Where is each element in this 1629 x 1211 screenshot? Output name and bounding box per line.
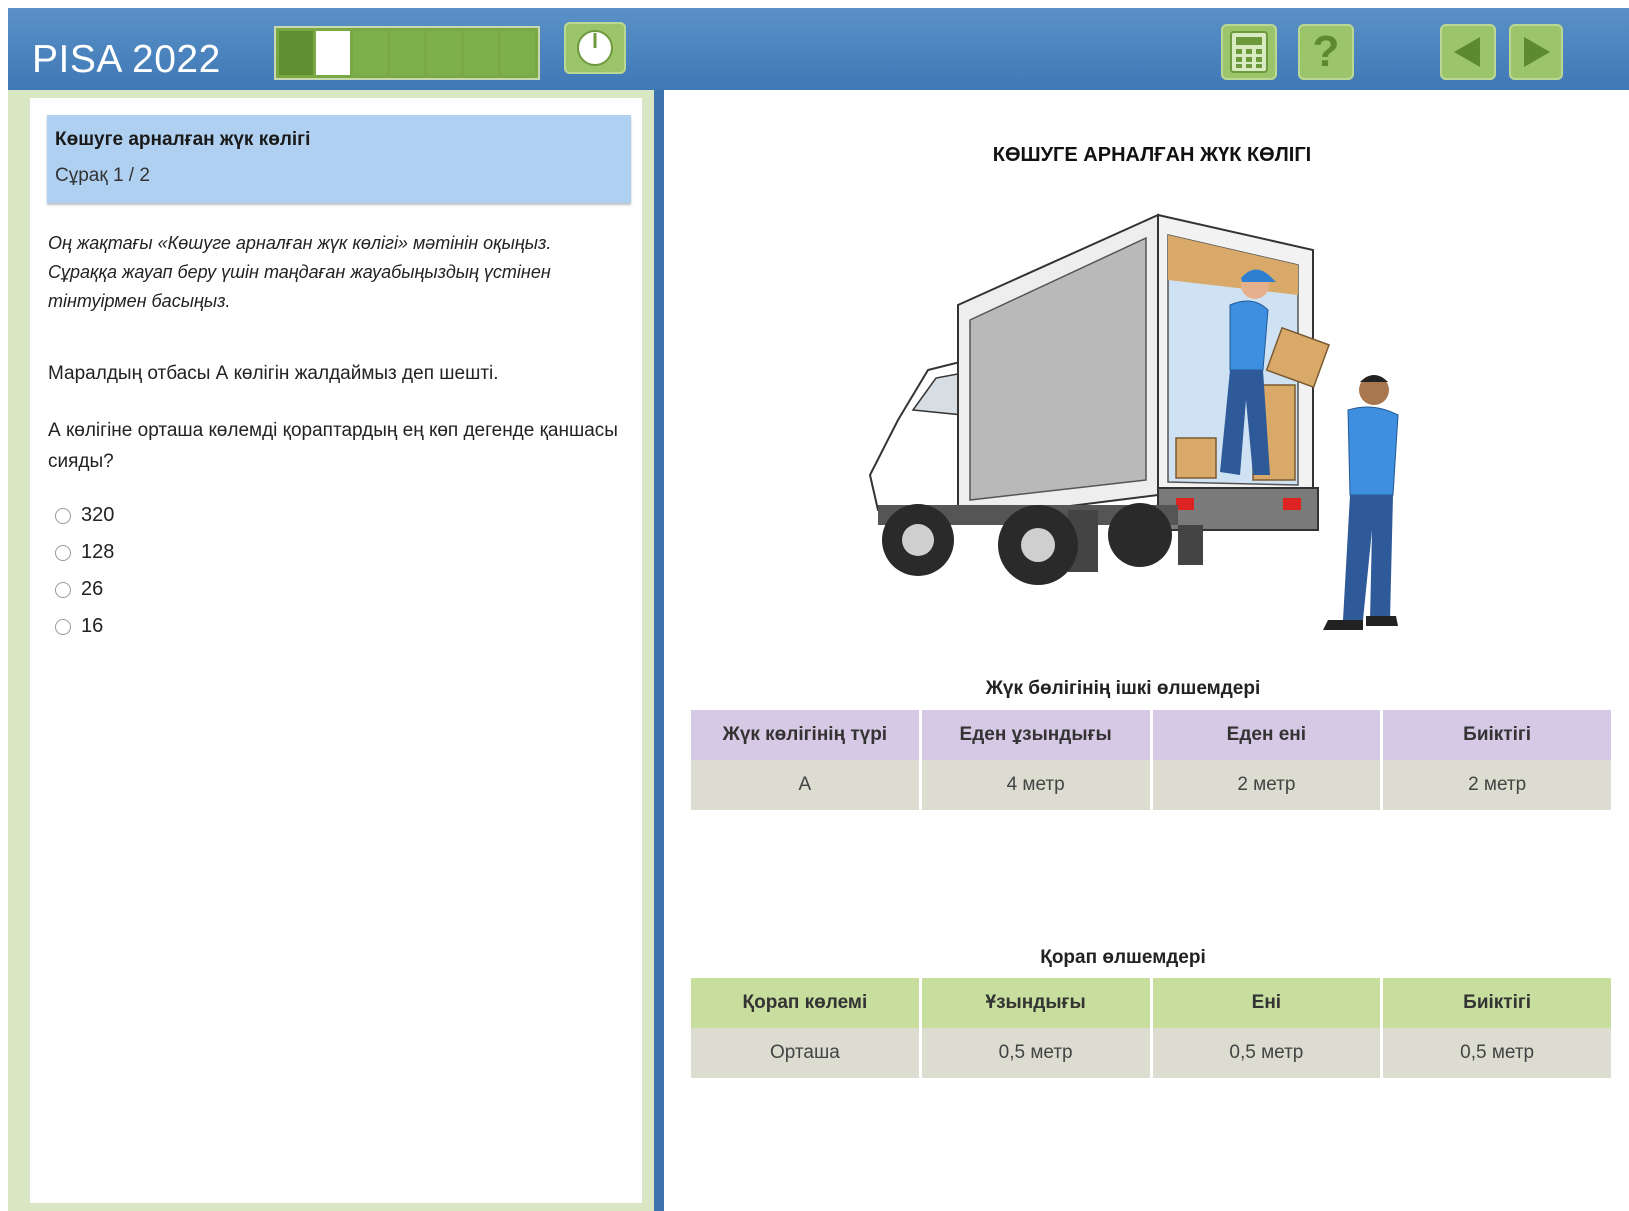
table-cell: А [691,760,919,810]
answer-option[interactable]: 320 [55,497,114,534]
answer-options: 320 128 26 16 [55,497,114,645]
question-stem-context: Маралдың отбасы А көлігін жалдаймыз деп … [48,363,499,384]
back-button[interactable] [1440,24,1496,80]
table-header-cell: Ені [1152,978,1381,1028]
answer-option-label: 16 [81,615,104,637]
table-row: А 4 метр 2 метр 2 метр [691,760,1611,810]
table-row: Орташа 0,5 метр 0,5 метр 0,5 метр [691,1028,1611,1078]
table-header-cell: Қорап көлемі [691,978,919,1028]
answer-option-label: 26 [81,578,104,600]
progress-segment [279,31,313,75]
table-header-cell: Еден ұзындығы [921,710,1150,760]
instruction-text: Оң жақтағы «Көшуге арналған жүк көлігі» … [48,233,552,311]
progress-segment [427,31,461,75]
top-bar: PISA 2022 ? [8,8,1629,90]
radio-button[interactable] [55,618,71,635]
app-title: PISA 2022 [32,38,221,81]
table-cell: 0,5 метр [1152,1028,1381,1078]
truck-dimensions-table: Жүк көлігінің түрі Еден ұзындығы Еден ен… [688,710,1614,810]
next-arrow-icon [1524,37,1550,67]
table-cell: 2 метр [1383,760,1611,810]
table-header-cell: Еден ені [1152,710,1381,760]
box-dimensions-table: Қорап көлемі Ұзындығы Ені Биіктігі Орташ… [688,978,1614,1078]
progress-segment-current [316,31,350,75]
radio-button[interactable] [55,581,71,598]
table-cell: 0,5 метр [1383,1028,1611,1078]
question-header: Көшуге арналған жүк көлігі Сұрақ 1 / 2 [47,115,631,203]
answer-option[interactable]: 128 [55,534,114,571]
table-header-cell: Жүк көлігінің түрі [691,710,919,760]
progress-segment [353,31,387,75]
answer-option[interactable]: 16 [55,608,114,645]
radio-button[interactable] [55,544,71,561]
panel-divider[interactable] [654,90,664,1211]
answer-option[interactable]: 26 [55,571,114,608]
table-cell: 4 метр [921,760,1150,810]
moving-truck-illustration [868,213,1399,630]
progress-segment [464,31,498,75]
table-header-row: Қорап көлемі Ұзындығы Ені Биіктігі [691,978,1611,1028]
table-header-cell: Биіктігі [1383,978,1611,1028]
table-header-cell: Биіктігі [1383,710,1611,760]
table-cell: Орташа [691,1028,919,1078]
back-arrow-icon [1454,37,1480,67]
table-cell: 0,5 метр [921,1028,1150,1078]
unit-title: Көшуге арналған жүк көлігі [55,129,311,150]
clock-icon [577,30,613,66]
help-icon: ? [1312,27,1340,76]
progress-segment [390,31,424,75]
question-counter: Сұрақ 1 / 2 [55,165,150,186]
calculator-icon [1230,31,1268,73]
question-stem: А көлігіне орташа көлемді қораптардың ең… [48,420,618,472]
progress-segment [501,31,535,75]
help-button[interactable]: ? [1298,24,1354,80]
table-header-row: Жүк көлігінің түрі Еден ұзындығы Еден ен… [691,710,1611,760]
table2-caption: Қорап өлшемдері [1040,947,1206,968]
answer-option-label: 320 [81,504,115,526]
progress-bar [274,26,540,80]
next-button[interactable] [1509,24,1563,80]
timer-button[interactable] [564,22,626,74]
calculator-button[interactable] [1221,24,1277,80]
table-header-cell: Ұзындығы [921,978,1150,1028]
document-title: КӨШУГЕ АРНАЛҒАН ЖҮК КӨЛІГІ [992,144,1312,166]
radio-button[interactable] [55,507,71,524]
table-cell: 2 метр [1152,760,1381,810]
answer-option-label: 128 [81,541,115,563]
table1-caption: Жүк бөлігінің ішкі өлшемдері [985,678,1261,699]
